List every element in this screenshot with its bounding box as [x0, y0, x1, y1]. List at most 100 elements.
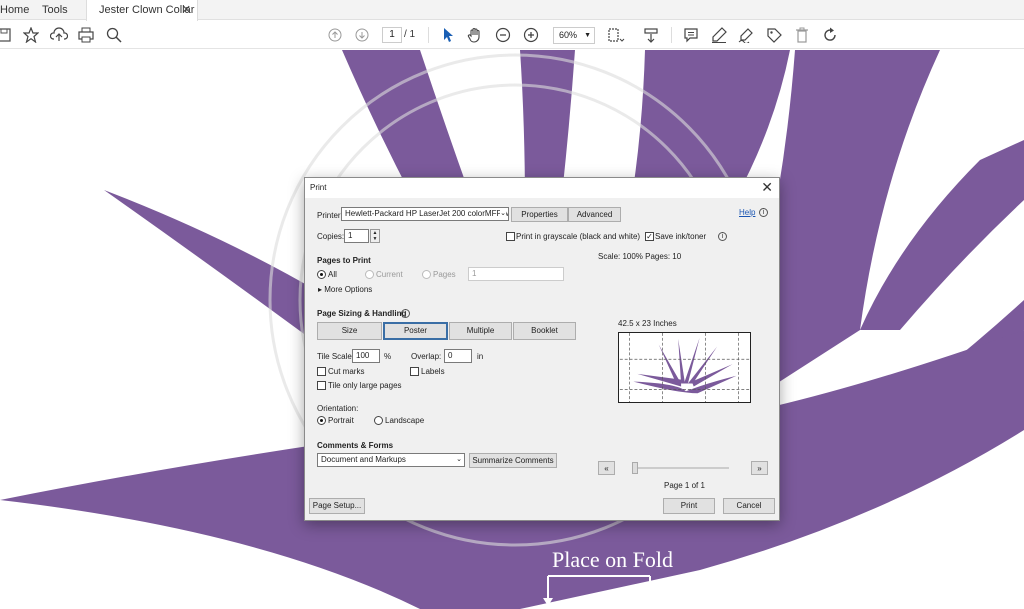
page-total: / 1: [404, 29, 416, 40]
preview-page-indicator: Page 1 of 1: [664, 481, 705, 490]
print-preview: [618, 332, 751, 403]
page-sizing-info-icon[interactable]: i: [401, 309, 410, 318]
more-options-label: More Options: [324, 285, 373, 294]
grayscale-checkbox[interactable]: [506, 232, 515, 241]
pages-range-input[interactable]: 1: [468, 267, 564, 281]
chevron-down-icon: ⌄: [456, 456, 462, 463]
print-dialog: Print ✕ Printer: Hewlett-Packard HP Lase…: [304, 177, 780, 521]
tile-scale-label: Tile Scale:: [317, 352, 355, 361]
rotate-icon[interactable]: [820, 25, 840, 45]
fold-arrow-right-icon: [645, 598, 655, 606]
next-page-button[interactable]: »: [751, 461, 768, 475]
page-sizing-heading: Page Sizing & Handling: [317, 309, 407, 318]
close-tab-icon[interactable]: ✕: [182, 0, 191, 20]
comments-forms-value: Document and Markups: [321, 455, 406, 464]
overlap-label: Overlap:: [411, 352, 442, 361]
tab-bar: Home Tools Jester Clown Collar ... ✕: [0, 0, 1024, 36]
tile-scale-input[interactable]: 100: [352, 349, 380, 363]
portrait-radio[interactable]: [317, 416, 326, 425]
upload-cloud-icon[interactable]: [49, 25, 69, 45]
hand-tool-icon[interactable]: [465, 25, 485, 45]
booklet-button[interactable]: Booklet: [513, 322, 576, 340]
dialog-title-bar: Print ✕: [305, 178, 779, 198]
fold-label: Place on Fold: [552, 547, 673, 572]
page-setup-button[interactable]: Page Setup...: [309, 498, 365, 514]
next-page-icon[interactable]: [352, 25, 372, 45]
overlap-input[interactable]: 0: [444, 349, 472, 363]
help-link[interactable]: Help: [739, 208, 755, 217]
poster-button[interactable]: Poster: [383, 322, 448, 340]
tab-tools[interactable]: Tools: [42, 0, 72, 20]
preview-page-slider-track: [635, 467, 729, 469]
scale-pages-info: Scale: 100% Pages: 10: [598, 252, 682, 261]
all-pages-radio[interactable]: [317, 270, 326, 279]
bookmark-star-icon[interactable]: [21, 25, 41, 45]
toolbar: 1 / 1 60% ▼: [0, 21, 1024, 49]
grayscale-label: Print in grayscale (black and white): [516, 232, 641, 241]
tile-scale-unit: %: [384, 352, 392, 361]
comments-forms-select[interactable]: Document and Markups ⌄: [317, 453, 465, 467]
copies-stepper[interactable]: ▲ ▼: [370, 229, 380, 243]
cut-marks-checkbox[interactable]: [317, 367, 326, 376]
pages-to-print-heading: Pages to Print: [317, 256, 371, 265]
pages-range-radio[interactable]: [422, 270, 431, 279]
zoom-out-icon[interactable]: [493, 25, 513, 45]
save-ink-info-icon[interactable]: i: [718, 232, 727, 241]
save-icon[interactable]: [0, 25, 14, 45]
labels-label: Labels: [421, 367, 445, 376]
printer-select[interactable]: Hewlett-Packard HP LaserJet 200 colorMFP…: [341, 207, 509, 221]
tab-document[interactable]: Jester Clown Collar ... ✕: [86, 0, 198, 36]
current-page-radio[interactable]: [365, 270, 374, 279]
previous-page-icon[interactable]: [325, 25, 345, 45]
delete-trash-icon[interactable]: [792, 25, 812, 45]
tile-large-pages-checkbox[interactable]: [317, 381, 326, 390]
landscape-radio[interactable]: [374, 416, 383, 425]
save-ink-label: Save ink/toner: [655, 232, 707, 241]
landscape-label: Landscape: [385, 416, 425, 425]
printer-label: Printer:: [317, 211, 343, 220]
tab-home[interactable]: Home: [0, 0, 32, 20]
comment-icon[interactable]: [681, 25, 701, 45]
select-cursor-icon[interactable]: [438, 25, 458, 45]
scrolling-mode-icon[interactable]: [641, 25, 661, 45]
dialog-title: Print: [310, 183, 327, 192]
print-icon[interactable]: [76, 25, 96, 45]
copies-input[interactable]: 1: [344, 229, 369, 243]
summarize-comments-button[interactable]: Summarize Comments: [469, 453, 557, 468]
save-ink-checkbox[interactable]: ✓: [645, 232, 654, 241]
zoom-search-icon[interactable]: [104, 25, 124, 45]
print-button[interactable]: Print: [663, 498, 715, 514]
labels-checkbox[interactable]: [410, 367, 419, 376]
preview-page-slider[interactable]: [632, 462, 638, 474]
size-button[interactable]: Size: [317, 322, 382, 340]
properties-button[interactable]: Properties: [511, 207, 568, 222]
sign-icon[interactable]: [736, 25, 756, 45]
overlap-unit: in: [477, 352, 484, 361]
zoom-in-icon[interactable]: [521, 25, 541, 45]
multiple-button[interactable]: Multiple: [449, 322, 512, 340]
toolbar-divider: [428, 27, 429, 43]
cancel-button[interactable]: Cancel: [723, 498, 775, 514]
previous-page-button[interactable]: «: [598, 461, 615, 475]
comments-forms-heading: Comments & Forms: [317, 441, 394, 450]
copies-label: Copies:: [317, 232, 345, 241]
zoom-level-select[interactable]: 60% ▼: [553, 27, 595, 44]
pdf-viewer-window: Home Tools Jester Clown Collar ... ✕ 1: [0, 0, 1024, 609]
zoom-level-value: 60%: [559, 30, 578, 40]
portrait-label: Portrait: [328, 416, 354, 425]
page-number-input[interactable]: 1: [382, 27, 402, 43]
fit-page-icon[interactable]: [606, 25, 626, 45]
chevron-down-icon: ▼: [584, 32, 591, 39]
printer-select-value: Hewlett-Packard HP LaserJet 200 colorMFP…: [345, 209, 509, 218]
all-pages-label: All: [328, 270, 337, 279]
help-info-icon[interactable]: i: [759, 208, 768, 217]
chevron-down-icon: ⌄: [500, 208, 506, 220]
more-options-toggle[interactable]: ▸ More Options: [318, 285, 372, 294]
stamp-tag-icon[interactable]: [764, 25, 784, 45]
close-icon[interactable]: ✕: [761, 179, 773, 196]
orientation-heading: Orientation:: [317, 404, 359, 413]
advanced-button[interactable]: Advanced: [568, 207, 621, 222]
highlight-pen-icon[interactable]: [709, 25, 729, 45]
tile-large-pages-label: Tile only large pages: [328, 381, 402, 390]
paper-dimensions: 42.5 x 23 Inches: [618, 319, 677, 328]
